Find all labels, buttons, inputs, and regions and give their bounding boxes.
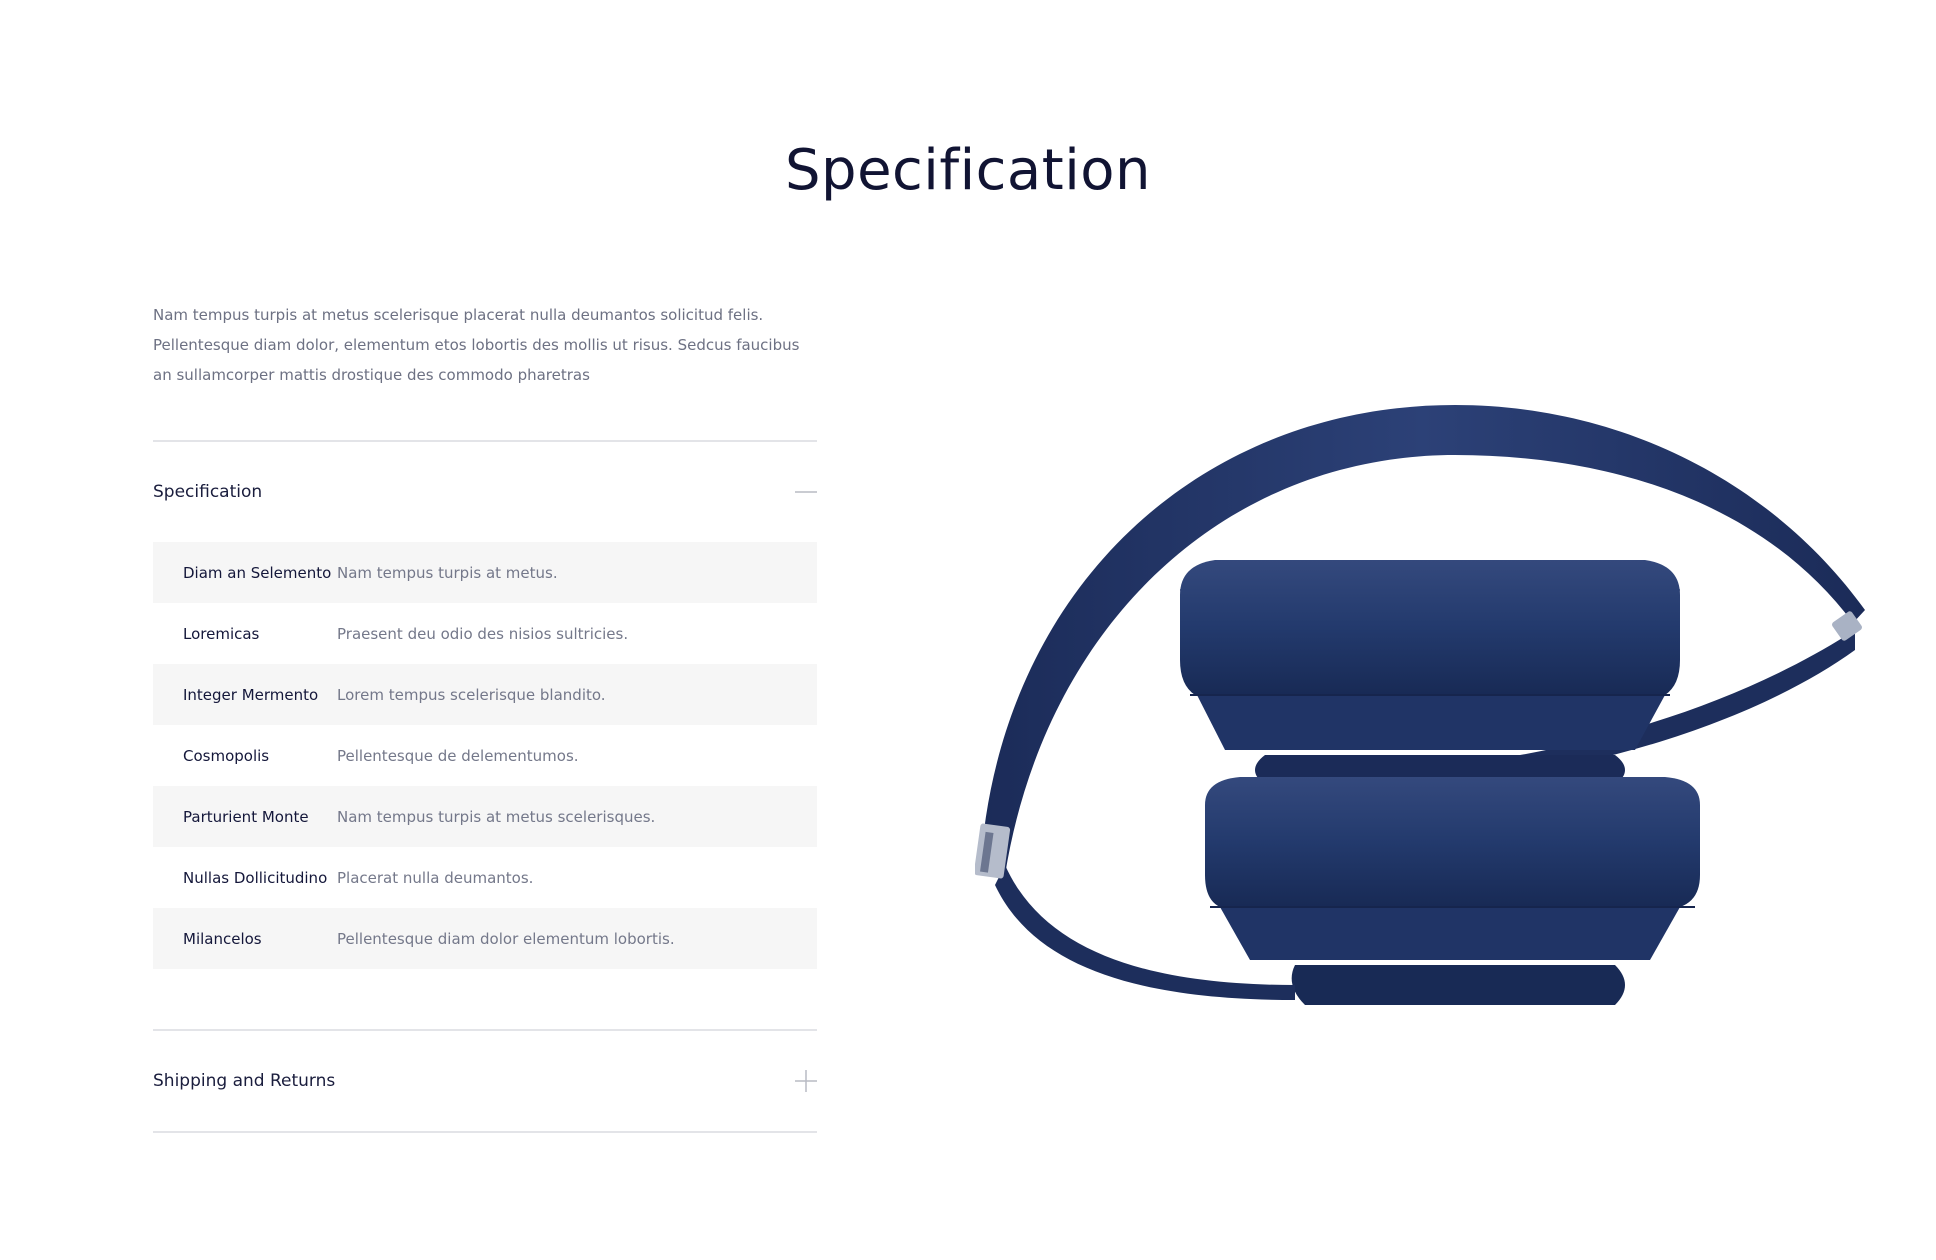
accordion-shipping-title: Shipping and Returns <box>153 1071 336 1091</box>
spec-value: Pellentesque diam dolor elementum lobort… <box>337 929 675 948</box>
table-row: Cosmopolis Pellentesque de delementumos. <box>153 725 817 786</box>
accordion-shipping-header[interactable]: Shipping and Returns <box>153 1031 817 1131</box>
spec-key: Cosmopolis <box>183 746 270 765</box>
spec-key: Loremicas <box>183 624 260 643</box>
accordion-specification-header[interactable]: Specification <box>153 442 817 542</box>
spec-value: Praesent deu odio des nisios sultricies. <box>337 624 629 643</box>
table-row: Integer Mermento Lorem tempus scelerisque… <box>153 664 817 725</box>
spec-key: Diam an Selemento <box>183 563 332 582</box>
plus-icon[interactable] <box>795 1070 817 1092</box>
table-row: Diam an Selemento Nam tempus turpis at me… <box>153 542 817 603</box>
table-row: Milancelos Pellentesque diam dolor elemen… <box>153 908 817 969</box>
table-row: Nullas Dollicitudino Placerat nulla deuma… <box>153 847 817 908</box>
table-row: Parturient Monte Nam tempus turpis at met… <box>153 786 817 847</box>
spec-key: Integer Mermento <box>183 685 319 704</box>
spec-value: Nam tempus turpis at metus scelerisques. <box>337 807 656 826</box>
spec-value: Pellentesque de delementumos. <box>337 746 579 765</box>
spec-table: Diam an Selemento Nam tempus turpis at me… <box>153 542 817 969</box>
headphones-image <box>975 405 1865 1005</box>
spec-key: Nullas Dollicitudino <box>183 868 328 887</box>
table-row: Loremicas Praesent deu odio des nisios su… <box>153 603 817 664</box>
accordion-specification-title: Specification <box>153 482 263 502</box>
page-title: Specification <box>784 138 1152 203</box>
spec-key: Milancelos <box>183 929 262 948</box>
spec-value: Lorem tempus scelerisque blandito. <box>337 685 606 704</box>
spec-key: Parturient Monte <box>183 807 309 826</box>
divider <box>153 1131 817 1133</box>
spec-value: Placerat nulla deumantos. <box>337 868 534 887</box>
spec-panel: Nam tempus turpis at metus scelerisque p… <box>153 300 817 1133</box>
spec-value: Nam tempus turpis at metus. <box>337 563 558 582</box>
minus-icon[interactable] <box>795 481 817 503</box>
intro-text: Nam tempus turpis at metus scelerisque p… <box>153 306 800 384</box>
